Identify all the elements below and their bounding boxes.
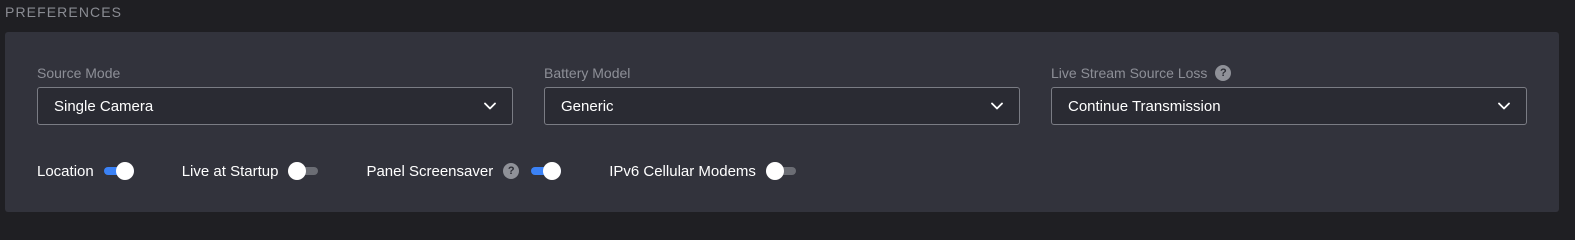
toggle-row: Location Live at Startup Panel Screensav…	[37, 160, 844, 182]
live-stream-loss-field: Live Stream Source Loss ? Continue Trans…	[1051, 64, 1527, 125]
battery-model-select[interactable]: Generic	[544, 87, 1020, 125]
help-icon[interactable]: ?	[1215, 65, 1232, 81]
switch-knob	[115, 162, 134, 180]
panel-screensaver-label: Panel Screensaver	[366, 162, 494, 180]
live-at-startup-toggle-item: Live at Startup	[182, 162, 319, 180]
battery-model-label: Battery Model	[544, 65, 631, 81]
live-stream-loss-label: Live Stream Source Loss ?	[1051, 64, 1527, 82]
ipv6-cellular-toggle-item: IPv6 Cellular Modems	[609, 162, 796, 180]
panel-screensaver-toggle-item: Panel Screensaver ?	[366, 162, 562, 180]
switch-knob	[288, 162, 307, 180]
location-label: Location	[37, 162, 94, 180]
live-at-startup-label: Live at Startup	[181, 162, 279, 180]
panel-screensaver-switch[interactable]	[531, 162, 562, 180]
location-switch[interactable]	[103, 162, 134, 180]
live-at-startup-switch[interactable]	[288, 162, 319, 180]
battery-model-field: Battery Model Generic	[544, 64, 1020, 125]
switch-knob	[543, 162, 562, 180]
source-mode-field: Source Mode Single Camera	[37, 64, 513, 125]
help-icon[interactable]: ?	[503, 163, 520, 179]
live-stream-loss-select[interactable]: Continue Transmission	[1051, 87, 1527, 125]
live-stream-loss-value: Continue Transmission	[1068, 97, 1221, 115]
ipv6-cellular-label: IPv6 Cellular Modems	[609, 162, 756, 180]
section-title: PREFERENCES	[5, 4, 123, 20]
chevron-down-icon	[1498, 102, 1510, 110]
source-mode-value: Single Camera	[54, 97, 154, 115]
chevron-down-icon	[484, 102, 496, 110]
source-mode-select[interactable]: Single Camera	[37, 87, 513, 125]
location-toggle-item: Location	[37, 162, 134, 180]
preferences-panel: Source Mode Single Camera Battery Model …	[5, 32, 1559, 212]
chevron-down-icon	[991, 102, 1003, 110]
ipv6-cellular-switch[interactable]	[765, 162, 796, 180]
battery-model-value: Generic	[561, 97, 614, 115]
source-mode-label: Source Mode	[37, 65, 121, 81]
switch-knob	[765, 162, 784, 180]
